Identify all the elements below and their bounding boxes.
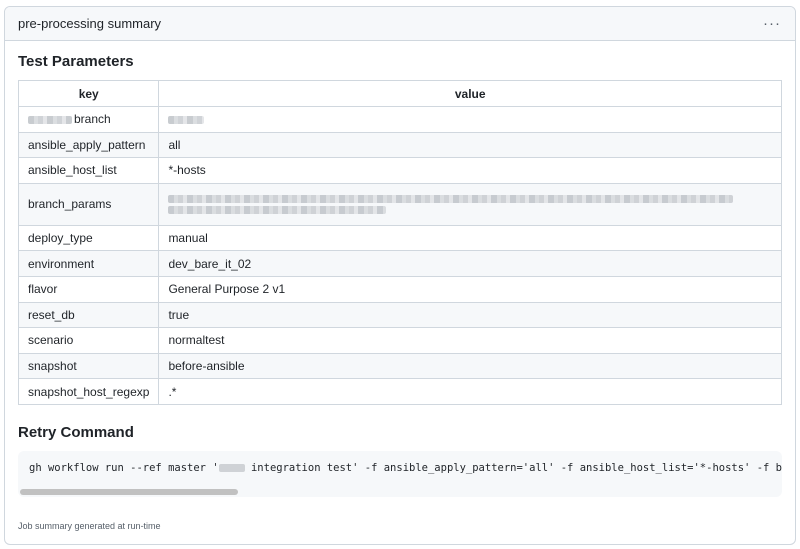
param-key: reset_db — [17, 301, 160, 329]
table-row: ansible_host_list *-hosts — [17, 157, 782, 184]
column-header-key: key — [17, 80, 160, 107]
param-key: environment — [17, 250, 160, 277]
kebab-menu-icon[interactable]: ··· — [759, 14, 785, 33]
param-value: .* — [158, 378, 782, 405]
table-row: branch_params — [17, 182, 782, 226]
table-row: branch — [17, 106, 782, 133]
param-value: General Purpose 2 v1 — [158, 275, 782, 303]
table-row: environment dev_bare_it_02 — [17, 250, 782, 277]
param-key: snapshot — [17, 352, 160, 380]
param-value: manual — [158, 224, 782, 252]
param-key: ansible_apply_pattern — [17, 131, 160, 159]
param-value: *-hosts — [158, 157, 782, 184]
redacted-text — [218, 463, 245, 472]
summary-card: pre-processing summary ··· Test Paramete… — [4, 6, 796, 545]
table-row: flavor General Purpose 2 v1 — [17, 275, 782, 303]
test-parameters-heading: Test Parameters — [18, 53, 134, 70]
table-header-row: key value — [17, 80, 782, 107]
retry-command-text[interactable]: gh workflow run --ref master ' integrati… — [29, 462, 782, 474]
summary-content: Test Parameters key value branch ansible… — [5, 53, 795, 531]
param-key: ansible_host_list — [17, 157, 160, 184]
redacted-text — [168, 194, 734, 203]
table-row: snapshot before-ansible — [17, 352, 782, 380]
param-key: snapshot_host_regexp — [17, 378, 160, 405]
table-row: scenario normaltest — [17, 327, 782, 354]
column-header-value: value — [158, 80, 782, 107]
param-value: dev_bare_it_02 — [158, 250, 782, 277]
card-title: pre-processing summary — [18, 16, 162, 31]
param-key: branch_params — [17, 182, 160, 226]
retry-command-code-block[interactable]: gh workflow run --ref master ' integrati… — [18, 450, 782, 497]
card-header: pre-processing summary ··· — [5, 7, 795, 41]
redacted-text — [168, 205, 387, 214]
param-value: true — [158, 301, 782, 329]
table-row: reset_db true — [17, 301, 782, 329]
parameters-table: key value branch ansible_apply_pattern a… — [17, 80, 782, 405]
param-value: all — [158, 131, 782, 159]
param-key: deploy_type — [17, 224, 160, 252]
param-value: normaltest — [158, 327, 782, 354]
table-row: ansible_apply_pattern all — [17, 131, 782, 159]
param-key: flavor — [17, 275, 160, 303]
table-row: deploy_type manual — [17, 224, 782, 252]
param-value: before-ansible — [158, 352, 782, 380]
param-key: scenario — [17, 327, 160, 354]
footer-note: Job summary generated at run-time — [18, 520, 161, 531]
param-key: branch — [17, 106, 160, 133]
param-value — [158, 182, 782, 226]
redacted-text — [168, 116, 205, 125]
redacted-text — [28, 116, 72, 125]
table-row: snapshot_host_regexp .* — [17, 378, 782, 405]
retry-command-heading: Retry Command — [18, 423, 134, 441]
param-value — [158, 106, 782, 133]
horizontal-scrollbar[interactable] — [20, 488, 238, 495]
